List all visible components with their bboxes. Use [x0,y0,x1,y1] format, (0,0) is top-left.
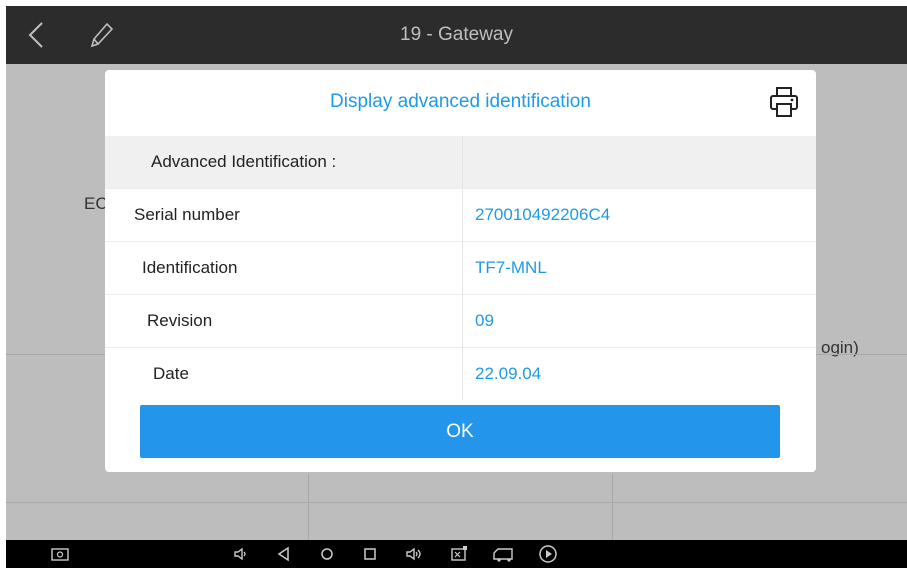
header-cell [462,136,816,189]
divider [6,502,907,503]
section-header: Advanced Identification : [105,136,463,189]
page-title: 19 - Gateway [400,24,513,45]
truck-icon[interactable] [492,544,516,564]
table-row: Date 22.09.04 [105,347,816,400]
volume-down-icon[interactable] [231,544,251,564]
screenshot-icon[interactable] [50,544,70,564]
identification-table: Advanced Identification : Serial number … [105,136,816,400]
home-icon[interactable] [317,544,337,564]
app-window: 19 - Gateway EC ogin) Display advanced i… [6,6,907,568]
divider [308,474,309,540]
table-header-row: Advanced Identification : [105,136,816,189]
row-label: Identification [105,241,463,295]
recents-icon[interactable] [360,544,380,564]
volume-up-icon[interactable] [404,544,424,564]
advanced-identification-dialog: Display advanced identification Advanced… [105,70,816,472]
ok-button[interactable]: OK [140,405,780,458]
table-row: Revision 09 [105,294,816,348]
print-icon[interactable] [769,86,799,118]
system-nav-bar [6,540,907,568]
row-value: 22.09.04 [475,364,542,383]
row-value: 270010492206C4 [462,188,816,242]
row-value: TF7-MNL [462,241,816,295]
table-row: Identification TF7-MNL [105,241,816,295]
back-icon[interactable] [274,544,294,564]
row-label: Date [105,347,463,400]
row-label: Revision [105,294,463,348]
divider [612,474,613,540]
vci-icon[interactable] [449,544,469,564]
dialog-title: Display advanced identification [330,91,591,112]
login-label: ogin) [821,338,859,357]
row-value: 09 [462,294,816,348]
top-bar: 19 - Gateway [6,6,907,64]
row-label: Serial number [105,188,463,242]
play-icon[interactable] [538,544,558,564]
table-row: Serial number 270010492206C4 [105,188,816,242]
